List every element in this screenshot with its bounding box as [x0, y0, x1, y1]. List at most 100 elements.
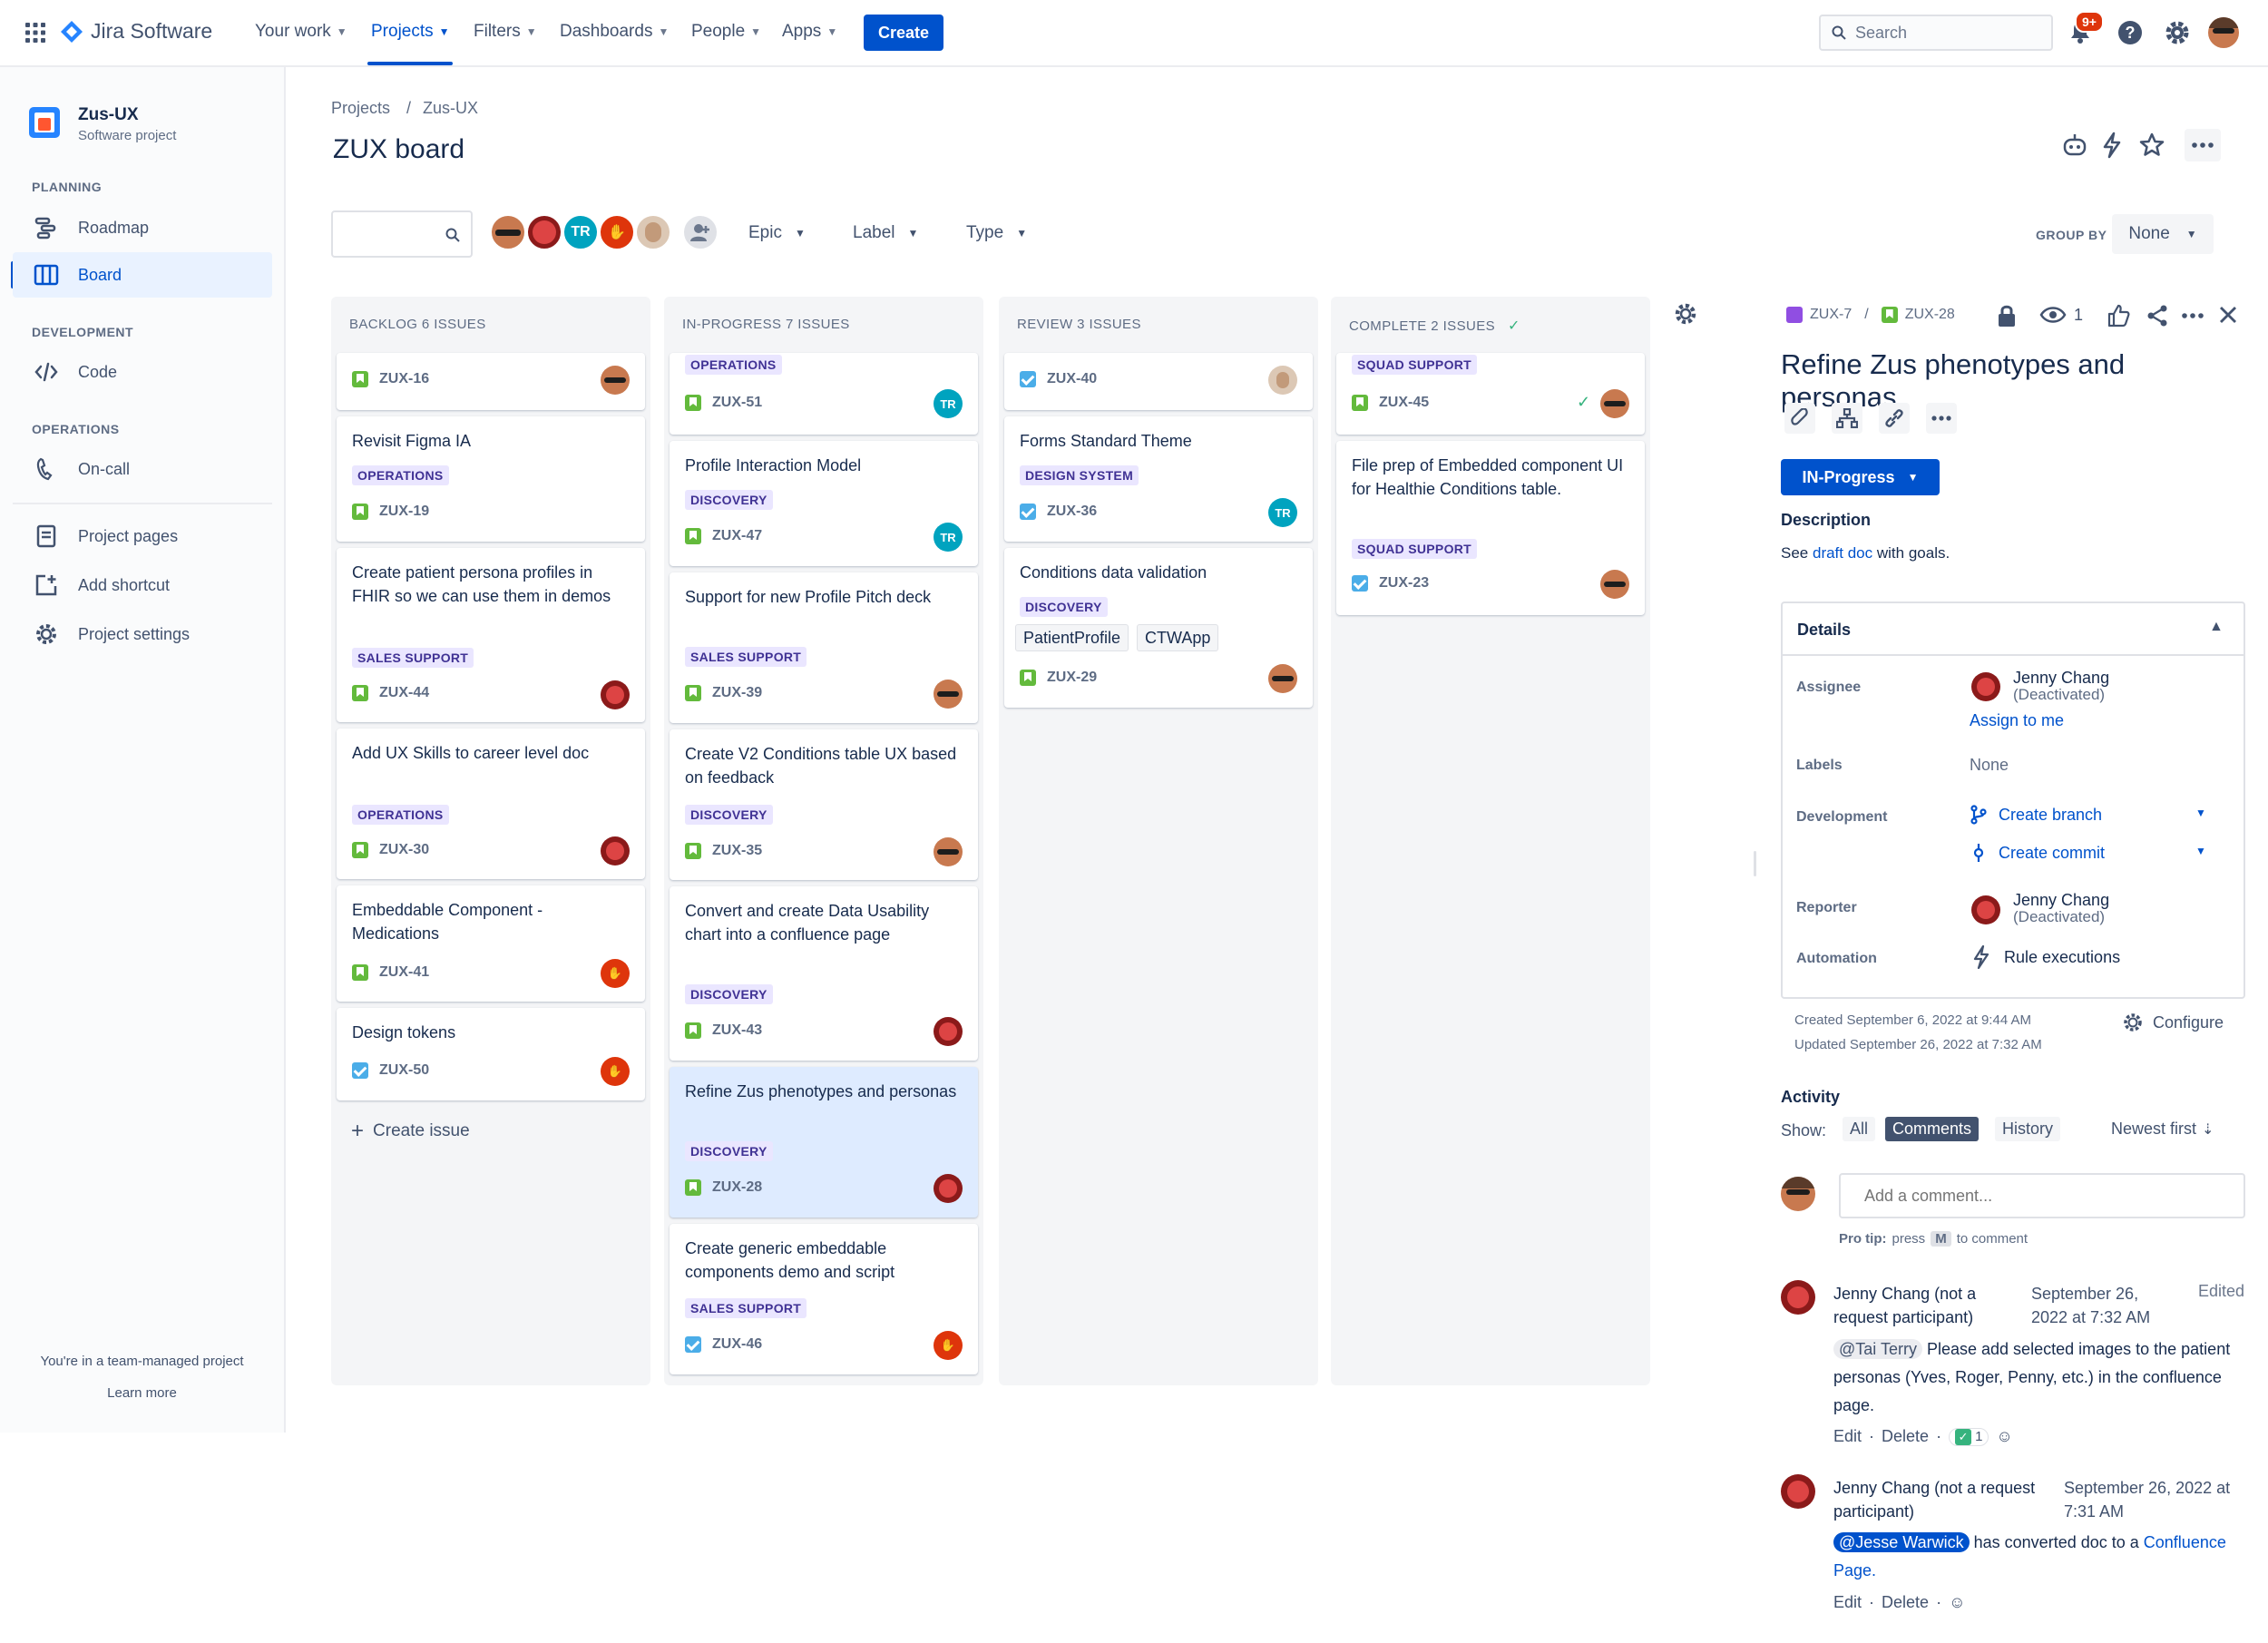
label-tag[interactable]: CTWApp [1137, 624, 1219, 651]
card-zux-39[interactable]: Support for new Profile Pitch deck SALES… [670, 572, 978, 723]
filter-avatar-1[interactable] [490, 214, 526, 250]
attach-button[interactable] [1784, 403, 1815, 434]
show-all-tab[interactable]: All [1843, 1117, 1876, 1141]
user-mention[interactable]: @Jesse Warwick [1833, 1532, 1970, 1552]
card-zux-45[interactable]: SQUAD SUPPORT ZUX-45 ✓ [1336, 353, 1645, 435]
chevron-down-icon[interactable]: ▼ [2195, 807, 2206, 819]
card-zux-46[interactable]: Create generic embeddable components dem… [670, 1224, 978, 1374]
restrictions-button[interactable] [1997, 304, 2017, 328]
details-header[interactable]: Details ▼ [1783, 603, 2244, 656]
type-filter[interactable]: Type ▼ [966, 223, 1027, 243]
close-panel-button[interactable] [2219, 306, 2237, 324]
card-zux-43[interactable]: Convert and create Data Usability chart … [670, 886, 978, 1061]
breadcrumb-projects[interactable]: Projects [331, 99, 390, 118]
sidebar-item-project-settings[interactable]: Project settings [13, 611, 272, 657]
automation-bot-button[interactable] [2061, 132, 2088, 159]
rule-executions-button[interactable]: Rule executions [1973, 945, 2120, 969]
lightning-button[interactable] [2101, 132, 2123, 159]
watch-button[interactable]: 1 [2039, 305, 2083, 325]
sidebar-item-project-pages[interactable]: Project pages [13, 513, 272, 559]
card-zux-23[interactable]: File prep of Embedded component UI for H… [1336, 441, 1645, 615]
reporter-name[interactable]: Jenny Chang [2013, 891, 2109, 910]
edit-comment-button[interactable]: Edit [1833, 1427, 1862, 1446]
filter-avatar-2[interactable] [526, 214, 562, 250]
group-by-select[interactable]: None ▼ [2112, 214, 2214, 254]
child-issue-button[interactable] [1832, 403, 1862, 434]
comment-author[interactable]: Jenny Chang (not a request participant) [1833, 1282, 2015, 1329]
comment-date[interactable]: September 26, 2022 at 7:32 AM [2031, 1282, 2176, 1329]
card-zux-19[interactable]: Revisit Figma IA OPERATIONS ZUX-19 [337, 416, 645, 542]
board-settings-button[interactable] [1673, 301, 1698, 327]
nav-people[interactable]: People ▼ [691, 22, 761, 42]
card-zux-36[interactable]: Forms Standard Theme DESIGN SYSTEM ZUX-3… [1004, 416, 1313, 542]
card-zux-51[interactable]: OPERATIONS ZUX-51 TR [670, 353, 978, 435]
app-switcher-icon[interactable] [25, 23, 45, 43]
comment-input[interactable] [1839, 1173, 2245, 1218]
search-field[interactable] [1819, 15, 2053, 51]
card-zux-28-selected[interactable]: Refine Zus phenotypes and personas DISCO… [670, 1067, 978, 1218]
chevron-down-icon[interactable]: ▼ [2195, 845, 2206, 857]
card-zux-41[interactable]: Embeddable Component - Medications ZUX-4… [337, 885, 645, 1002]
labels-value[interactable]: None [1970, 756, 2009, 775]
epic-filter[interactable]: Epic ▼ [748, 223, 806, 243]
card-zux-50[interactable]: Design tokens ZUX-50 ✋ [337, 1008, 645, 1100]
add-reaction-icon[interactable]: ☺ [1996, 1427, 2012, 1446]
breadcrumb-project[interactable]: Zus-UX [423, 99, 478, 118]
assign-to-me-link[interactable]: Assign to me [1970, 711, 2064, 730]
add-reaction-icon[interactable]: ☺ [1949, 1593, 1965, 1612]
help-button[interactable]: ? [2116, 19, 2144, 46]
learn-more-link[interactable]: Learn more [0, 1385, 284, 1401]
show-history-tab[interactable]: History [1995, 1117, 2061, 1141]
share-button[interactable] [2146, 304, 2169, 328]
parent-issue-link[interactable]: ZUX-7 [1810, 307, 1852, 323]
filter-avatar-4[interactable]: ✋ [599, 214, 635, 250]
create-commit-button[interactable]: Create commit [1970, 843, 2105, 863]
status-dropdown[interactable]: IN-Progress ▼ [1781, 459, 1940, 495]
sidebar-item-roadmap[interactable]: Roadmap [13, 205, 272, 250]
vote-button[interactable] [2107, 304, 2130, 328]
link-issue-button[interactable] [1879, 403, 1910, 434]
sort-order-button[interactable]: Newest first ⇣ [2111, 1120, 2214, 1139]
nav-dashboards[interactable]: Dashboards ▼ [560, 22, 669, 42]
comment-date[interactable]: September 26, 2022 at 7:31 AM [2064, 1476, 2245, 1523]
jira-logo[interactable]: Jira Software [60, 19, 212, 44]
show-comments-tab[interactable]: Comments [1885, 1117, 1980, 1141]
card-zux-44[interactable]: Create patient persona profiles in FHIR … [337, 548, 645, 722]
filter-avatar-3[interactable]: TR [562, 214, 599, 250]
user-mention[interactable]: @Tai Terry [1833, 1339, 1922, 1359]
more-apps-button[interactable] [1926, 403, 1957, 434]
label-tag[interactable]: PatientProfile [1015, 624, 1129, 651]
card-zux-30[interactable]: Add UX Skills to career level doc OPERAT… [337, 729, 645, 879]
card-zux-29[interactable]: Conditions data validation DISCOVERY Pat… [1004, 548, 1313, 708]
delete-comment-button[interactable]: Delete [1882, 1427, 1929, 1446]
filter-avatar-5[interactable] [635, 214, 671, 250]
card-zux-40[interactable]: ZUX-40 [1004, 353, 1313, 410]
nav-projects[interactable]: Projects ▼ [371, 22, 450, 42]
create-branch-button[interactable]: Create branch [1970, 805, 2102, 825]
card-zux-35[interactable]: Create V2 Conditions table UX based on f… [670, 729, 978, 880]
user-avatar[interactable] [2208, 17, 2239, 48]
more-actions-button[interactable] [2185, 129, 2221, 161]
delete-comment-button[interactable]: Delete [1882, 1593, 1929, 1612]
sidebar-item-oncall[interactable]: On-call [13, 446, 272, 492]
search-input[interactable] [1855, 23, 2037, 43]
sidebar-item-add-shortcut[interactable]: Add shortcut [13, 562, 272, 608]
card-zux-16[interactable]: ZUX-16 [337, 353, 645, 410]
star-button[interactable] [2138, 132, 2165, 159]
board-search-input[interactable] [331, 210, 473, 258]
create-button[interactable]: Create [864, 15, 943, 51]
nav-filters[interactable]: Filters ▼ [474, 22, 537, 42]
sidebar-item-board[interactable]: Board [13, 252, 272, 298]
description-body[interactable]: See draft doc with goals. [1781, 544, 1950, 562]
edit-comment-button[interactable]: Edit [1833, 1593, 1862, 1612]
create-issue-button[interactable]: + Create issue [351, 1119, 470, 1144]
nav-apps[interactable]: Apps ▼ [782, 22, 837, 42]
configure-button[interactable]: Configure [2122, 1012, 2224, 1033]
draft-doc-link[interactable]: draft doc [1813, 544, 1872, 562]
sidebar-item-code[interactable]: Code [13, 349, 272, 395]
label-filter[interactable]: Label ▼ [853, 223, 918, 243]
settings-button[interactable] [2164, 19, 2191, 46]
comment-author[interactable]: Jenny Chang (not a request participant) [1833, 1476, 2051, 1523]
reaction-badge[interactable]: ✓ 1 [1949, 1427, 1989, 1446]
nav-your-work[interactable]: Your work ▼ [255, 22, 347, 42]
